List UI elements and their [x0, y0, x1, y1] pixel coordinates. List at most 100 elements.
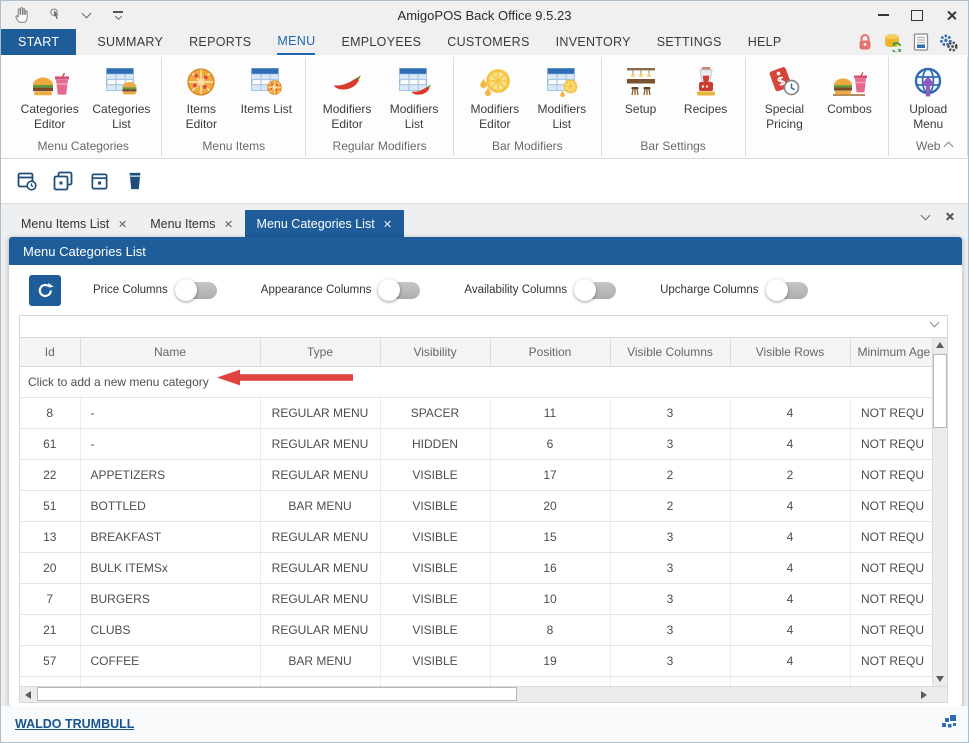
grid-cell[interactable]: BAR MENU	[260, 491, 380, 522]
calendar-day-icon[interactable]	[87, 169, 111, 193]
modifiers-editor-button[interactable]: Modifiers Editor	[314, 60, 380, 133]
scroll-right-icon[interactable]	[921, 691, 927, 699]
doc-tab-menu-items-list[interactable]: Menu Items List	[9, 210, 138, 237]
grid-cell[interactable]: VISIBLE	[380, 522, 490, 553]
scroll-left-icon[interactable]	[25, 691, 31, 699]
grid-cell[interactable]: 4	[730, 677, 850, 687]
upcharge-columns-toggle[interactable]	[768, 282, 808, 299]
tab-start[interactable]: START	[1, 29, 76, 55]
categories-list-button[interactable]: Categories List	[89, 60, 153, 133]
grid-cell[interactable]: 3	[610, 553, 730, 584]
qat-dropdown-button[interactable]	[75, 4, 97, 26]
grid-row[interactable]: 7BURGERSREGULAR MENUVISIBLE1034NOT REQU	[20, 584, 932, 615]
grid-cell[interactable]: 18	[850, 677, 932, 687]
grid-cell[interactable]: 51	[20, 491, 80, 522]
grid-cell[interactable]: -	[80, 398, 260, 429]
grid-cell[interactable]: -	[80, 429, 260, 460]
setup-button[interactable]: Setup	[610, 60, 672, 119]
grid-cell[interactable]: 61	[20, 429, 80, 460]
grid-cell[interactable]: 10	[490, 584, 610, 615]
pint-glass-icon[interactable]	[123, 169, 147, 193]
ribbon-collapse-button[interactable]	[940, 139, 956, 151]
grid-cell[interactable]: 21	[20, 615, 80, 646]
grid-cell[interactable]: CLUBS	[80, 615, 260, 646]
grid-cell[interactable]: BURGERS	[80, 584, 260, 615]
grid-row[interactable]: 61-REGULAR MENUHIDDEN634NOT REQU	[20, 429, 932, 460]
grid-cell[interactable]: NOT REQU	[850, 460, 932, 491]
grid-cell[interactable]: 4	[730, 522, 850, 553]
grid-cell[interactable]: 3	[610, 646, 730, 677]
grid-row[interactable]: 13BREAKFASTREGULAR MENUVISIBLE1534NOT RE…	[20, 522, 932, 553]
tab-reports[interactable]: REPORTS	[189, 29, 251, 55]
database-refresh-icon[interactable]	[883, 33, 902, 52]
grid-cell[interactable]: NOT REQU	[850, 584, 932, 615]
grid-cell[interactable]: 2	[610, 491, 730, 522]
appearance-columns-toggle[interactable]	[380, 282, 420, 299]
grid-cell[interactable]: 15	[490, 522, 610, 553]
hand-cursor-icon[interactable]	[11, 4, 33, 26]
grid-cell[interactable]: REGULAR MENU	[260, 584, 380, 615]
categories-editor-button[interactable]: Categories Editor	[13, 60, 86, 133]
grid-cell[interactable]: REGULAR MENU	[260, 615, 380, 646]
grid-cell[interactable]: VISIBLE	[380, 553, 490, 584]
grid-cell[interactable]: REGULAR MENU	[260, 398, 380, 429]
scroll-down-icon[interactable]	[936, 676, 944, 682]
combos-button[interactable]: Combos	[818, 60, 880, 119]
tab-settings[interactable]: SETTINGS	[657, 29, 722, 55]
grid-cell[interactable]: 11	[490, 398, 610, 429]
grid-cell[interactable]: BAR MENU	[260, 646, 380, 677]
grid-cell[interactable]: APPETIZERS	[80, 460, 260, 491]
calendar-stack-icon[interactable]	[51, 169, 75, 193]
close-button[interactable]	[934, 1, 968, 29]
grid-cell[interactable]: 6	[490, 429, 610, 460]
column-header[interactable]: Visible Columns	[610, 338, 730, 367]
tab-close-icon[interactable]	[384, 220, 392, 228]
grid-cell[interactable]: 3	[610, 522, 730, 553]
grid-cell[interactable]: BOTTLED	[80, 491, 260, 522]
grid-cell[interactable]: 2	[730, 460, 850, 491]
grid-cell[interactable]: 4	[730, 584, 850, 615]
minimize-button[interactable]	[866, 1, 900, 29]
maximize-button[interactable]	[900, 1, 934, 29]
report-icon[interactable]	[911, 33, 930, 52]
tab-employees[interactable]: EMPLOYEES	[341, 29, 421, 55]
doc-tab-menu-categories-list[interactable]: Menu Categories List	[245, 210, 404, 237]
grid-cell[interactable]: NOT REQU	[850, 615, 932, 646]
tab-customers[interactable]: CUSTOMERS	[447, 29, 529, 55]
grid-cell[interactable]: 3	[610, 615, 730, 646]
grid-row[interactable]: 21CLUBSREGULAR MENUVISIBLE834NOT REQU	[20, 615, 932, 646]
modifiers-list-button[interactable]: Modifiers List	[383, 60, 445, 133]
grid-cell[interactable]: 3	[610, 677, 730, 687]
grid-cell[interactable]: 15	[20, 677, 80, 687]
touch-pointer-icon[interactable]	[43, 4, 65, 26]
special-pricing-button[interactable]: Special Pricing	[753, 60, 815, 133]
grid-cell[interactable]: COFFEE	[80, 646, 260, 677]
grid-cell[interactable]: 3	[610, 398, 730, 429]
column-header[interactable]: Visibility	[380, 338, 490, 367]
tab-close-icon[interactable]	[225, 220, 233, 228]
customize-toolbar-button[interactable]	[107, 4, 129, 26]
grid-cell[interactable]: NOT REQU	[850, 553, 932, 584]
grid-cell[interactable]: 17	[490, 460, 610, 491]
tab-list-dropdown-icon[interactable]	[921, 210, 931, 220]
recipes-button[interactable]: Recipes	[675, 60, 737, 119]
tab-summary[interactable]: SUMMARY	[97, 29, 163, 55]
grid-cell[interactable]: 3	[610, 429, 730, 460]
grid-cell[interactable]: REGULAR MENU	[260, 460, 380, 491]
grid-cell[interactable]: VISIBLE	[380, 646, 490, 677]
grid-cell[interactable]: 4	[730, 553, 850, 584]
grid-cell[interactable]: VISIBLE	[380, 460, 490, 491]
services-gears-icon[interactable]	[939, 33, 958, 52]
grid-cell[interactable]: BREAKFAST	[80, 522, 260, 553]
grid-cell[interactable]: REGULAR MENU	[260, 522, 380, 553]
grid-cell[interactable]: 4	[730, 615, 850, 646]
grid-cell[interactable]: 4	[730, 491, 850, 522]
grid-cell[interactable]: NOT REQU	[850, 491, 932, 522]
bar-modifiers-editor-button[interactable]: Modifiers Editor	[462, 60, 528, 133]
grid-cell[interactable]: NOT REQU	[850, 429, 932, 460]
bar-modifiers-list-button[interactable]: Modifiers List	[531, 60, 593, 133]
grid-cell[interactable]: 3	[610, 584, 730, 615]
refresh-button[interactable]	[29, 275, 61, 306]
column-header[interactable]: Name	[80, 338, 260, 367]
items-list-button[interactable]: Items List	[235, 60, 297, 119]
